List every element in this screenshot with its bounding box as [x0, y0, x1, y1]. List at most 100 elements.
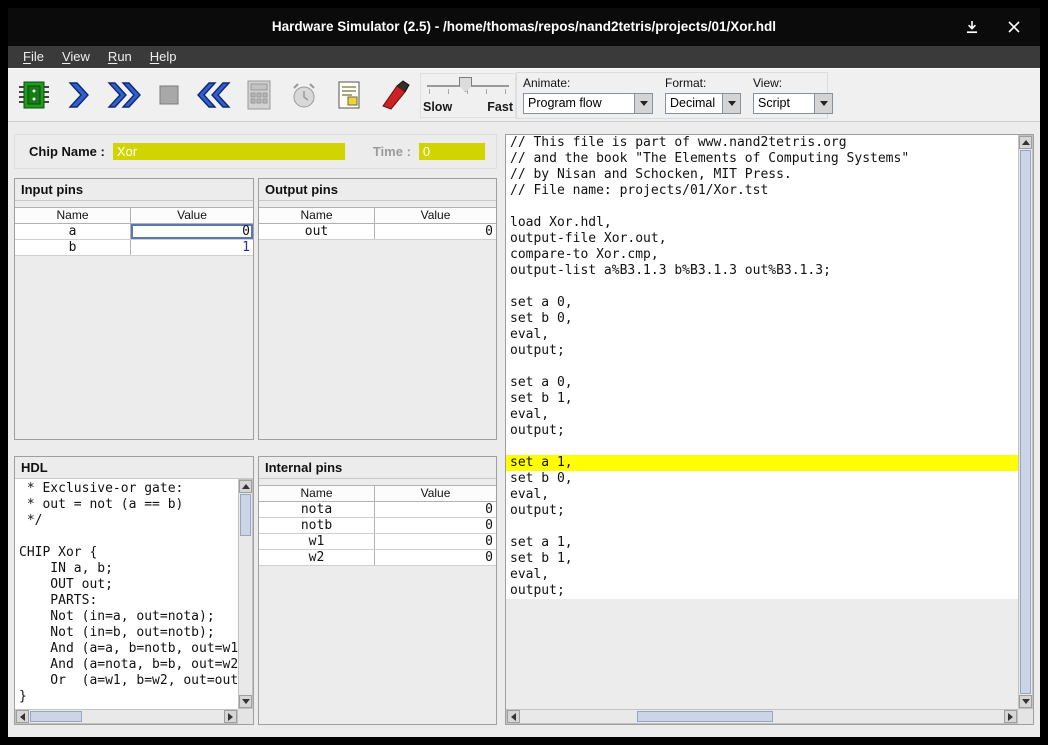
- hdl-line: }: [19, 689, 238, 705]
- script-line: compare-to Xor.cmp,: [506, 247, 1018, 263]
- format-select[interactable]: Decimal: [665, 93, 741, 114]
- chip-name-field[interactable]: Xor: [113, 143, 345, 160]
- script-document-icon: [335, 79, 363, 111]
- scroll-down-button[interactable]: [239, 695, 252, 708]
- close-button[interactable]: [1006, 19, 1022, 35]
- script-view: // This file is part of www.nand2tetris.…: [506, 135, 1018, 709]
- pin-name: a: [15, 224, 131, 239]
- triangle-right-icon: [228, 713, 233, 721]
- script-panel: // This file is part of www.nand2tetris.…: [505, 134, 1034, 725]
- pin-row: out 0: [259, 224, 496, 240]
- script-horizontal-scrollbar[interactable]: [506, 709, 1018, 724]
- scroll-thumb[interactable]: [1020, 150, 1031, 694]
- script-line: output;: [506, 343, 1018, 359]
- pin-value[interactable]: 1: [131, 240, 253, 255]
- load-chip-button[interactable]: [14, 74, 54, 116]
- script-line: eval,: [506, 327, 1018, 343]
- pin-name: nota: [259, 502, 375, 517]
- script-line: [506, 439, 1018, 455]
- script-line: set a 1,: [506, 455, 1018, 471]
- scroll-left-button[interactable]: [507, 710, 520, 723]
- single-step-icon: [65, 80, 93, 110]
- calculator-button[interactable]: [239, 74, 279, 116]
- script-line: set a 0,: [506, 375, 1018, 391]
- scroll-up-button[interactable]: [1019, 136, 1032, 149]
- pin-row: b 1: [15, 240, 253, 256]
- script-line: [506, 199, 1018, 215]
- hdl-line: */: [19, 513, 238, 529]
- format-value: Decimal: [666, 94, 722, 113]
- window-title: Hardware Simulator (2.5) - /home/thomas/…: [8, 8, 1040, 46]
- column-header-value: Value: [131, 208, 253, 223]
- triangle-left-icon: [511, 713, 516, 721]
- scrollbar-corner: [1018, 709, 1033, 724]
- menu-view[interactable]: View: [53, 46, 99, 68]
- reset-button[interactable]: [194, 74, 234, 116]
- animate-dropdown-button[interactable]: [634, 94, 652, 113]
- scroll-right-button[interactable]: [224, 710, 237, 723]
- clock-button[interactable]: [284, 74, 324, 116]
- hdl-horizontal-scrollbar[interactable]: [15, 709, 238, 724]
- chip-icon: [16, 78, 52, 112]
- script-line: eval,: [506, 567, 1018, 583]
- script-line: output;: [506, 423, 1018, 439]
- script-line: set b 1,: [506, 391, 1018, 407]
- time-field: 0: [419, 143, 485, 160]
- menu-file[interactable]: File: [14, 46, 53, 68]
- hdl-vertical-scrollbar[interactable]: [238, 479, 253, 709]
- hdl-line: OUT out;: [19, 577, 238, 593]
- app-window: Hardware Simulator (2.5) - /home/thomas/…: [8, 8, 1040, 737]
- minimize-button[interactable]: [964, 19, 980, 35]
- script-vertical-scrollbar[interactable]: [1018, 135, 1033, 709]
- input-pins-rows: a 0 b 1: [15, 224, 253, 256]
- toolbar: Slow Fast Animate: Program flow Format: …: [8, 68, 1040, 122]
- column-header-name: Name: [15, 208, 131, 223]
- close-icon: [1008, 21, 1020, 33]
- script-line: // and the book "The Elements of Computi…: [506, 151, 1018, 167]
- pin-row: nota 0: [259, 502, 496, 518]
- paintbrush-icon: [377, 79, 411, 111]
- pin-name: b: [15, 240, 131, 255]
- scroll-left-button[interactable]: [16, 710, 29, 723]
- view-select[interactable]: Script: [753, 93, 833, 114]
- triangle-up-icon: [1022, 140, 1030, 145]
- script-line: // by Nisan and Schocken, MIT Press.: [506, 167, 1018, 183]
- scroll-thumb[interactable]: [30, 711, 82, 722]
- view-dropdown-button[interactable]: [814, 94, 832, 113]
- single-step-button[interactable]: [59, 74, 99, 116]
- menu-help[interactable]: Help: [141, 46, 186, 68]
- format-dropdown-button[interactable]: [722, 94, 740, 113]
- hdl-line: * out = not (a == b): [19, 497, 238, 513]
- pin-name: w1: [259, 534, 375, 549]
- view-script-button[interactable]: [329, 74, 369, 116]
- scroll-thumb[interactable]: [240, 494, 251, 536]
- output-pins-rows: out 0: [259, 224, 496, 240]
- script-line: output-list a%B3.1.3 b%B3.1.3 out%B3.1.3…: [506, 263, 1018, 279]
- pin-row: notb 0: [259, 518, 496, 534]
- run-button[interactable]: [104, 74, 144, 116]
- scroll-thumb[interactable]: [637, 711, 773, 722]
- hdl-lines: * Exclusive-or gate: * out = not (a == b…: [19, 481, 238, 705]
- speed-slider[interactable]: Slow Fast: [420, 73, 516, 118]
- slider-slow-label: Slow: [423, 100, 452, 114]
- clear-button[interactable]: [374, 74, 414, 116]
- script-line: [506, 279, 1018, 295]
- stop-button[interactable]: [149, 74, 189, 116]
- scroll-right-button[interactable]: [1004, 710, 1017, 723]
- scroll-up-button[interactable]: [239, 480, 252, 493]
- hdl-code-view: * Exclusive-or gate: * out = not (a == b…: [15, 479, 238, 709]
- scroll-down-button[interactable]: [1019, 695, 1032, 708]
- script-line: output-file Xor.out,: [506, 231, 1018, 247]
- menu-run[interactable]: Run: [99, 46, 141, 68]
- script-line: set a 1,: [506, 535, 1018, 551]
- chip-header: Chip Name : Xor Time : 0: [14, 134, 497, 169]
- pin-value[interactable]: 0: [131, 224, 253, 239]
- pin-value: 0: [375, 534, 496, 549]
- script-line: [506, 359, 1018, 375]
- pin-value: 0: [375, 502, 496, 517]
- hdl-line: Or (a=w1, b=w2, out=out);: [19, 673, 238, 689]
- pin-value: 0: [375, 224, 496, 239]
- script-line: eval,: [506, 407, 1018, 423]
- triangle-down-icon: [242, 699, 250, 704]
- animate-select[interactable]: Program flow: [523, 93, 653, 114]
